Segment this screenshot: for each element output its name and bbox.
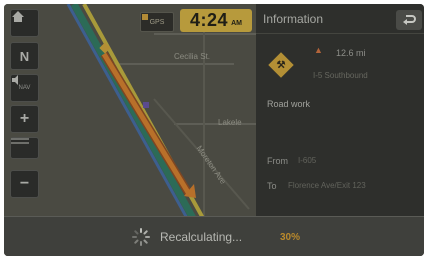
nav-volume-button[interactable]: NAV <box>10 74 39 102</box>
gps-label: GPS <box>149 18 165 26</box>
nav-label: NAV <box>18 85 31 91</box>
speaker-icon <box>12 75 18 85</box>
panel-divider <box>256 33 424 34</box>
loading-spinner-icon <box>132 228 150 246</box>
road-work-glyph-icon: ⚒ <box>276 59 286 71</box>
satellite-icon <box>142 14 148 20</box>
recalculating-percent: 30% <box>280 232 301 243</box>
clock-ampm: AM <box>231 20 242 27</box>
back-button[interactable] <box>396 10 422 30</box>
to-value: Florence Ave/Exit 123 <box>288 181 366 190</box>
home-icon <box>12 11 24 22</box>
map-view-mode-button[interactable] <box>10 137 39 159</box>
recalculating-label: Recalculating... <box>160 230 243 244</box>
incident-distance: 12.6 mi <box>336 48 366 58</box>
home-button[interactable] <box>10 9 39 37</box>
clock-time: 4:24 <box>190 10 229 30</box>
back-icon <box>403 15 416 25</box>
zoom-in-label: + <box>19 110 30 127</box>
incident-type: Road work <box>267 99 311 109</box>
to-label: To <box>267 181 277 191</box>
zoom-out-button[interactable]: − <box>10 170 39 198</box>
navigation-screen: Cecilia St. Lakele Moreton Ave N NAV + −… <box>4 4 424 256</box>
north-label: N <box>19 48 30 64</box>
recalculating-popup: Recalculating... 30% <box>4 216 424 256</box>
warning-icon: ▲ <box>314 45 323 55</box>
view-mode-icon <box>11 138 29 144</box>
street-label: Lakele <box>218 118 242 127</box>
clock-display: 4:24 AM <box>180 9 252 32</box>
zoom-in-button[interactable]: + <box>10 105 39 133</box>
incident-route: I-5 Southbound <box>313 71 368 80</box>
from-label: From <box>267 156 288 166</box>
from-value: I-605 <box>298 156 317 165</box>
panel-title: Information <box>263 12 324 26</box>
street-label: Cecilia St. <box>174 52 211 61</box>
gps-indicator: GPS <box>140 12 174 32</box>
poi-marker-icon <box>143 102 149 108</box>
north-up-button[interactable]: N <box>10 42 39 70</box>
zoom-out-label: − <box>19 175 30 192</box>
